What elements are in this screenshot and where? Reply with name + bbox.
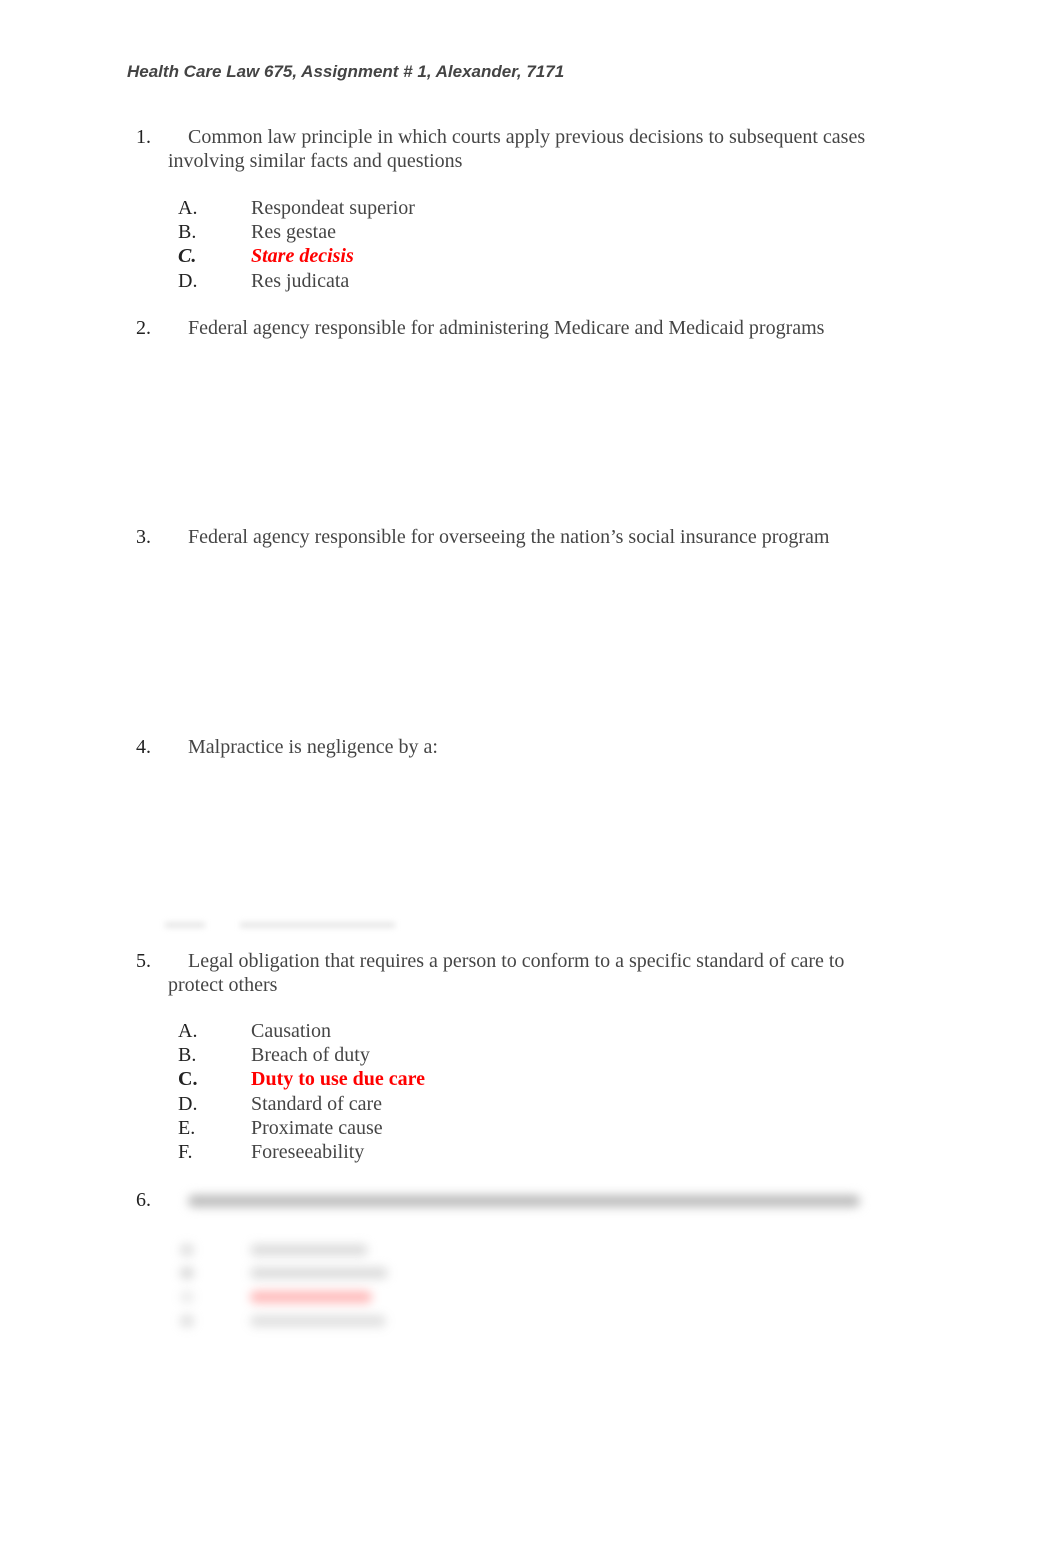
question-3: 3. Federal agency responsible for overse…: [136, 525, 829, 549]
blurred-option-letter: [180, 1315, 194, 1327]
question-number: 4.: [136, 736, 151, 758]
blurred-option-text: [250, 1244, 368, 1256]
question-number: 5.: [136, 950, 151, 972]
question-2: 2. Federal agency responsible for admini…: [136, 316, 824, 340]
question-text: Legal obligation that requires a person …: [188, 950, 845, 972]
blurred-option-letter: [180, 1244, 194, 1256]
question-number: 6.: [136, 1189, 151, 1211]
option-text: Respondeat superior: [251, 197, 415, 219]
option-letter: B.: [178, 221, 197, 244]
option-letter: A.: [178, 197, 198, 219]
blurred-option-text: [250, 1267, 388, 1279]
option-letter: D.: [178, 269, 198, 292]
option-letter: C.: [178, 1068, 198, 1091]
option-text: Breach of duty: [251, 1044, 370, 1067]
question-text-continued: protect others: [168, 974, 278, 996]
question-text: Common law principle in which courts app…: [188, 126, 866, 148]
option-letter: E.: [178, 1116, 196, 1139]
option-text: Duty to use due care: [251, 1068, 426, 1091]
question-text: Malpractice is negligence by a:: [188, 736, 438, 758]
question-text: Federal agency responsible for overseein…: [188, 526, 830, 548]
blurred-question-text: [188, 1195, 860, 1207]
blurred-option-letter: [180, 1267, 194, 1279]
blurred-correct-answer: [250, 1291, 372, 1303]
option-letter: B.: [178, 1044, 197, 1067]
document-page: Health Care Law 675, Assignment # 1, Ale…: [0, 0, 1062, 1556]
question-number: 3.: [136, 526, 151, 548]
faint-remnant: [165, 922, 205, 928]
option-text: Standard of care: [251, 1092, 383, 1115]
blurred-option-letter: [180, 1291, 194, 1303]
question-text: Federal agency responsible for administe…: [188, 317, 825, 339]
document-header: Health Care Law 675, Assignment # 1, Ale…: [127, 62, 565, 81]
option-letter: C.: [178, 245, 197, 268]
question-1: 1. Common law principle in which courts …: [136, 125, 865, 173]
faint-remnant: [240, 922, 395, 928]
blurred-option-text: [250, 1315, 386, 1327]
option-text: Foreseeability: [251, 1140, 365, 1163]
question-5: 5. Legal obligation that requires a pers…: [136, 949, 844, 997]
option-text: Stare decisis: [251, 245, 354, 268]
question-number: 2.: [136, 317, 151, 339]
question-text-continued: involving similar facts and questions: [168, 150, 463, 172]
option-text: Proximate cause: [251, 1116, 383, 1139]
question-number: 1.: [136, 126, 151, 148]
option-letter: A.: [178, 1020, 198, 1042]
option-text: Causation: [251, 1020, 331, 1042]
question-4: 4. Malpractice is negligence by a:: [136, 735, 438, 759]
option-letter: F.: [178, 1140, 193, 1163]
option-text: Res gestae: [251, 221, 336, 244]
option-letter: D.: [178, 1092, 198, 1115]
option-text: Res judicata: [251, 269, 350, 292]
